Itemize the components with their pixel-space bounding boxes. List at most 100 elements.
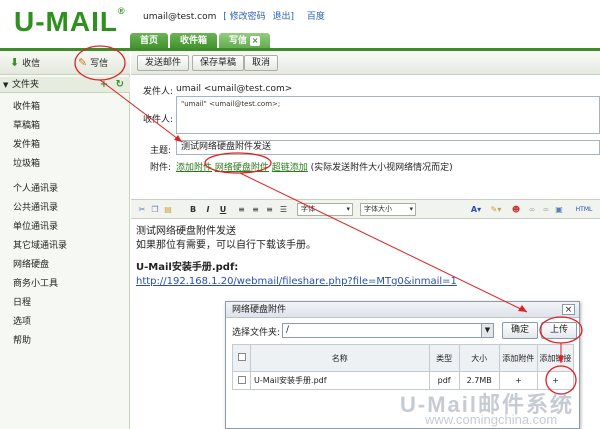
checkbox-icon (237, 375, 246, 384)
message-body[interactable]: 测试网络硬盘附件发送 如果那位有需要，可以自行下载该手册。 U-Mail安装手册… (136, 225, 457, 289)
save-draft-button[interactable]: 保存草稿 (192, 55, 245, 71)
user-email: umail@test.com (143, 12, 217, 22)
write-button[interactable]: ✎ 写信 (78, 55, 108, 71)
column-header-type: 类型 (428, 344, 460, 372)
column-header-add-attachment: 添加附件 (498, 344, 538, 372)
sidebar-toolbar: ⬇ 收信 ✎ 写信 (0, 51, 130, 75)
sidebar-item-public-contacts[interactable]: 公共通讯录 (13, 199, 67, 218)
italic-icon[interactable]: I (203, 203, 213, 216)
tab-compose-label: 写信 (229, 36, 248, 46)
folder-list: 收件箱 草稿箱 发件箱 垃圾箱 (13, 98, 40, 174)
receive-label: 收信 (22, 59, 41, 69)
column-header-add-link: 添加链接 (536, 344, 575, 372)
sidebar-item-calendar[interactable]: 日程 (13, 294, 67, 313)
collapse-icon: ▼ (3, 81, 9, 89)
umail-logo: U-MAIL® (14, 6, 126, 37)
logout-link[interactable]: 退出] (272, 12, 294, 22)
close-icon[interactable]: × (250, 36, 261, 46)
recipient-field[interactable]: "umail" <umail@test.com>; (176, 96, 600, 134)
folder-select-label: 选择文件夹: (232, 328, 281, 338)
font-color-icon[interactable]: A▾ (469, 203, 483, 216)
send-button[interactable]: 发送邮件 (137, 55, 190, 71)
hyperlink-add-link[interactable]: 超链添加 (272, 163, 308, 173)
align-center-icon[interactable]: ≡ (250, 203, 261, 216)
sidebar-item-personal-contacts[interactable]: 个人通讯录 (13, 180, 67, 199)
upload-button[interactable]: 上传 (541, 322, 578, 339)
folder-select[interactable]: / ▼ (282, 323, 494, 338)
table-header-row: 名称 类型 大小 添加附件 添加链接 (231, 344, 575, 372)
editor-toolbar: ✂ ❐ ▤ B I U ≡ ≡ ≡ ☰ 字体 ▾ 字体大小 ▾ A▾ ✎▾ ☻ ∞ … (131, 199, 600, 219)
cut-icon[interactable]: ✂ (137, 203, 147, 216)
sidebar-item-inbox[interactable]: 收件箱 (13, 98, 40, 117)
folder-header[interactable]: ▼ 文件夹 + ↻ (0, 77, 130, 93)
tools-list: 个人通讯录 公共通讯录 单位通讯录 其它域通讯录 网络硬盘 商务小工具 日程 选… (13, 180, 67, 351)
image-icon[interactable]: ▣ (554, 203, 564, 216)
sender-value: umail <umail@test.com> (176, 84, 293, 94)
attachment-line: 添加附件 网络硬盘附件 超链添加 (实际发送附件大小视网络情况而定) (176, 160, 453, 173)
link-icon[interactable]: ∞ (527, 203, 537, 216)
chevron-down-icon: ▾ (346, 205, 350, 213)
subject-label: 主题: (150, 146, 172, 156)
folder-select-value: / (286, 325, 290, 335)
receive-button[interactable]: ⬇ 收信 (10, 55, 40, 71)
confirm-button[interactable]: 确定 (502, 322, 539, 339)
unlink-icon[interactable]: ∞ (541, 203, 551, 216)
align-left-icon[interactable]: ≡ (236, 203, 247, 216)
add-folder-icon[interactable]: + (100, 79, 108, 90)
font-select-label: 字体 (301, 205, 315, 213)
folder-controls: + ↻ (100, 77, 124, 93)
subject-value: 测试网络硬盘附件发送 (181, 142, 272, 152)
sender-label: 发件人: (143, 87, 174, 97)
sidebar-item-trash[interactable]: 垃圾箱 (13, 155, 40, 174)
column-header-name: 名称 (250, 344, 430, 372)
dialog-title-bar[interactable]: 网络硬盘附件 × (226, 302, 579, 318)
column-header-size: 大小 (458, 344, 500, 372)
underline-icon[interactable]: U (218, 203, 228, 216)
sidebar-item-unit-contacts[interactable]: 单位通讯录 (13, 218, 67, 237)
dialog-title: 网络硬盘附件 (232, 305, 287, 315)
chevron-down-icon: ▼ (481, 324, 493, 337)
close-icon[interactable]: × (562, 304, 575, 315)
change-password-link[interactable]: [ 修改密码 (223, 12, 265, 22)
file-table: 名称 类型 大小 添加附件 添加链接 U-Mail安装手册.pdf pdf 2.… (231, 344, 575, 390)
user-info-line: umail@test.com [ 修改密码 退出] 百度 (143, 9, 325, 22)
copy-icon[interactable]: ❐ (150, 203, 160, 216)
highlight-icon[interactable]: ✎▾ (489, 203, 503, 216)
html-toggle[interactable]: HTML (574, 203, 594, 216)
emoticon-icon[interactable]: ☻ (511, 203, 521, 216)
sidebar-item-domain-contacts[interactable]: 其它域通讯录 (13, 237, 67, 256)
compose-toolbar: 发送邮件 保存草稿 取消 (131, 51, 600, 75)
align-right-icon[interactable]: ≡ (264, 203, 275, 216)
row-checkbox[interactable] (231, 371, 252, 390)
body-share-link[interactable]: http://192.168.1.20/webmail/fileshare.ph… (136, 275, 457, 289)
sidebar-item-business-tools[interactable]: 商务小工具 (13, 275, 67, 294)
subject-field[interactable]: 测试网络硬盘附件发送 (176, 140, 600, 155)
body-line-2: 如果那位有需要，可以自行下载该手册。 (136, 240, 316, 251)
paste-icon[interactable]: ▤ (163, 203, 173, 216)
body-line-1: 测试网络硬盘附件发送 (136, 226, 236, 237)
attachment-label: 附件: (150, 163, 172, 173)
download-arrow-icon: ⬇ (10, 56, 20, 69)
folder-header-label: 文件夹 (12, 80, 40, 90)
sidebar-item-network-disk[interactable]: 网络硬盘 (13, 256, 67, 275)
sidebar-item-drafts[interactable]: 草稿箱 (13, 117, 40, 136)
select-all-checkbox[interactable] (231, 344, 252, 372)
ordered-list-icon[interactable]: ☰ (278, 203, 289, 216)
sidebar-item-sent[interactable]: 发件箱 (13, 136, 40, 155)
sidebar: ⬇ 收信 ✎ 写信 ▼ 文件夹 + ↻ 收件箱 草稿箱 发件箱 垃圾箱 个人通讯… (0, 51, 130, 429)
cancel-button[interactable]: 取消 (244, 55, 279, 71)
pencil-icon: ✎ (78, 56, 88, 69)
recipient-value: "umail" <umail@test.com>; (181, 100, 281, 108)
font-select[interactable]: 字体 ▾ (297, 203, 353, 216)
sidebar-item-options[interactable]: 选项 (13, 313, 67, 332)
attachment-note: (实际发送附件大小视网络情况而定) (310, 163, 453, 173)
bold-icon[interactable]: B (188, 203, 198, 216)
refresh-icon[interactable]: ↻ (116, 79, 124, 90)
body-attachment-title: U-Mail安装手册.pdf: (136, 262, 239, 273)
sidebar-item-help[interactable]: 帮助 (13, 332, 67, 351)
baidu-link[interactable]: 百度 (307, 12, 325, 22)
network-disk-attachment-link[interactable]: 网络硬盘附件 (215, 163, 269, 173)
recipient-label: 收件人: (143, 115, 174, 125)
font-size-select[interactable]: 字体大小 ▾ (360, 203, 416, 216)
add-attachment-link[interactable]: 添加附件 (176, 163, 212, 173)
